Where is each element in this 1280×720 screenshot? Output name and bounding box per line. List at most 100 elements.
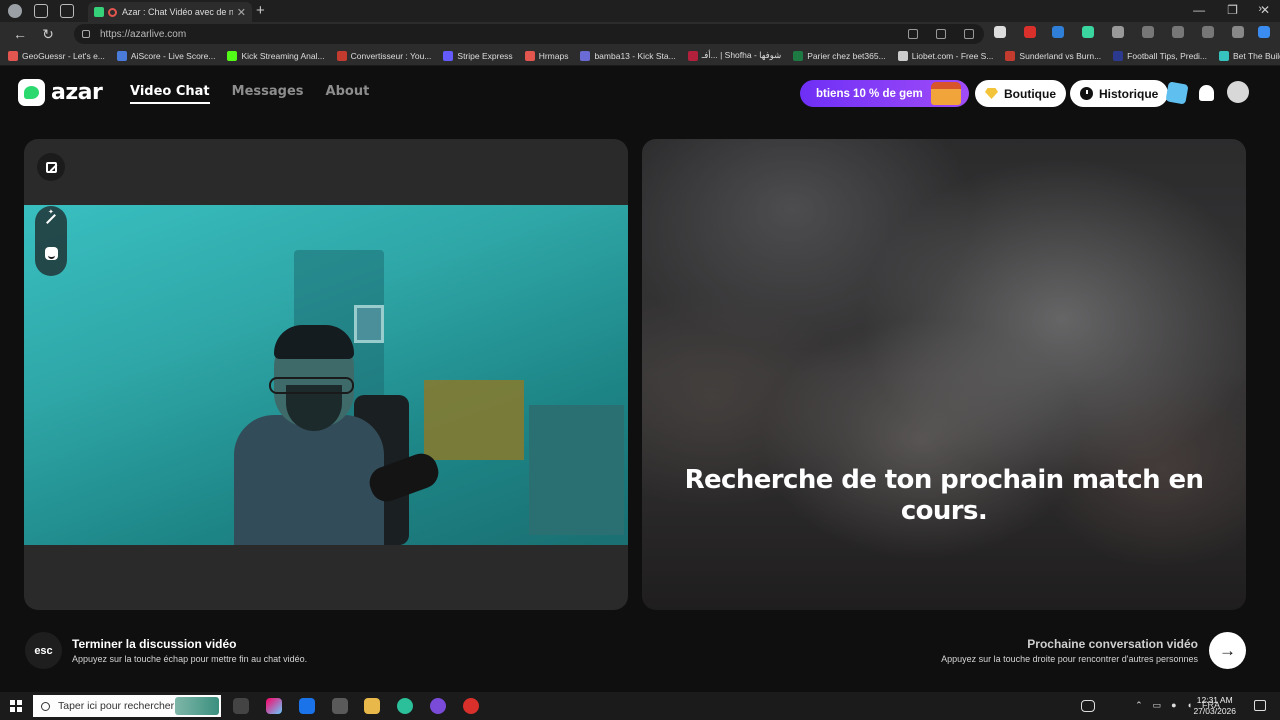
bookmark-favicon-icon (1219, 50, 1230, 61)
bookmark-item[interactable]: أفـ... | Shofha - شوفها (687, 50, 782, 61)
bookmark-label: Sunderland vs Burn... (1019, 50, 1102, 61)
split-screen-icon[interactable] (1142, 26, 1154, 38)
search-icon (41, 701, 50, 711)
bookmark-item[interactable]: Hrmaps (524, 50, 569, 61)
downloads-icon[interactable] (1172, 26, 1184, 38)
azar-logo-icon (18, 79, 45, 106)
bookmark-label: Bet The Builder (1233, 50, 1280, 61)
face-mask-button[interactable] (37, 239, 65, 267)
performance-icon[interactable] (1202, 26, 1214, 38)
extension-icon-3[interactable] (1052, 26, 1064, 38)
notification-center-icon[interactable] (1254, 700, 1266, 711)
tab-azar[interactable]: Azar : Chat Vidéo avec de n ✕ (88, 2, 252, 22)
taskbar-search[interactable]: Taper ici pour rechercher (33, 695, 221, 717)
bookmark-item[interactable]: Football Tips, Predi... (1113, 50, 1207, 61)
bookmark-item[interactable]: bamba13 - Kick Sta... (580, 50, 676, 61)
bookmark-item[interactable]: Liobet.com - Free S... (897, 50, 993, 61)
reload-icon[interactable]: ↻ (40, 26, 56, 43)
copilot-icon[interactable] (1258, 26, 1270, 38)
bookmark-item[interactable]: Kick Streaming Anal... (227, 50, 325, 61)
obs-icon[interactable] (430, 698, 446, 714)
file-explorer-icon[interactable] (364, 698, 380, 714)
workspaces-icon[interactable] (34, 4, 48, 18)
extension-icon-4[interactable] (1082, 26, 1094, 38)
task-view-icon[interactable] (233, 698, 249, 714)
network-icon[interactable]: ▭ (1153, 700, 1162, 711)
bookmark-item[interactable]: Convertisseur : You... (336, 50, 432, 61)
end-chat-title: Terminer la discussion vidéo (72, 637, 237, 651)
taskbar-search-placeholder: Taper ici pour rechercher (58, 700, 175, 712)
notifications-bell-icon[interactable] (1199, 85, 1214, 101)
bookmark-label: Hrmaps (538, 50, 569, 61)
tab-actions-icon[interactable] (60, 4, 74, 18)
address-bar[interactable]: https://azarlive.com (74, 24, 984, 44)
nav-video-chat[interactable]: Video Chat (130, 84, 210, 104)
extension-icon-1[interactable] (994, 26, 1006, 38)
bookmark-label: Stripe Express (457, 50, 513, 61)
bookmark-item[interactable]: AiScore - Live Score... (116, 50, 215, 61)
volume-icon[interactable]: ◖ (1187, 700, 1192, 711)
nav-messages[interactable]: Messages (232, 84, 304, 104)
bookmark-favicon-icon (443, 50, 454, 61)
bookmark-item[interactable]: Bet The Builder (1219, 50, 1280, 61)
bookmark-item[interactable]: Parier chez bet365... (793, 50, 886, 61)
tray-overflow-icon[interactable]: ⌃ (1135, 700, 1143, 711)
copilot-app-icon[interactable] (266, 698, 282, 714)
back-icon[interactable]: ← (12, 26, 28, 42)
main-nav: Video Chat Messages About (130, 84, 369, 104)
gem-promo-banner[interactable]: btiens 10 % de gem (800, 80, 969, 107)
new-tab-icon[interactable]: + (256, 2, 265, 19)
historique-label: Historique (1099, 86, 1159, 101)
camera-permission-icon[interactable] (908, 29, 918, 39)
app-install-icon[interactable] (936, 29, 946, 39)
end-chat-hint: Appuyez sur la touche échap pour mettre … (72, 654, 308, 664)
end-chat-esc-button[interactable]: esc (25, 632, 62, 669)
keyboard-icon[interactable] (1081, 700, 1095, 712)
bookmark-favicon-icon (687, 50, 698, 61)
minimize-icon[interactable]: — (1193, 3, 1205, 17)
more-icon[interactable] (1232, 26, 1244, 38)
promo-text: btiens 10 % de gem (816, 87, 923, 100)
bookmark-item[interactable]: GeoGuessr - Let's e... (8, 50, 105, 61)
logo-text: azar (51, 80, 103, 105)
url-text: https://azarlive.com (100, 28, 187, 40)
next-chat-button[interactable]: → (1209, 632, 1246, 669)
edge-browser-icon[interactable] (397, 698, 413, 714)
clock-date: 27/03/2026 (1193, 706, 1236, 716)
magic-wand-icon (46, 214, 56, 224)
bookmark-favicon-icon (227, 50, 238, 61)
nav-about[interactable]: About (326, 84, 370, 104)
expand-video-button[interactable] (37, 153, 65, 181)
outlook-icon[interactable] (299, 698, 315, 714)
bookmark-item[interactable]: Sunderland vs Burn... (1005, 50, 1102, 61)
user-avatar[interactable] (1227, 81, 1249, 103)
store-icon[interactable] (332, 698, 348, 714)
bookmark-favicon-icon (1005, 50, 1016, 61)
windows-start-icon[interactable] (10, 700, 22, 712)
beauty-filter-button[interactable] (37, 205, 65, 233)
restore-icon[interactable]: ❐ (1227, 3, 1238, 17)
favorite-star-icon[interactable] (964, 29, 974, 39)
bookmark-label: أفـ... | Shofha - شوفها (701, 50, 782, 60)
bookmark-favicon-icon (580, 50, 591, 61)
azar-logo[interactable]: azar (18, 79, 103, 106)
bookmarks-overflow-icon[interactable]: › (1258, 3, 1262, 15)
bookmark-favicon-icon (524, 50, 535, 61)
blurred-background (642, 139, 1246, 610)
bookmark-item[interactable]: Stripe Express (443, 50, 513, 61)
bookmark-favicon-icon (116, 50, 127, 61)
profile-icon[interactable] (8, 4, 22, 18)
extensions-icon[interactable] (1112, 26, 1124, 38)
app-icon[interactable] (463, 698, 479, 714)
boutique-button[interactable]: Boutique (975, 80, 1066, 107)
gem-balance-icon[interactable] (1165, 81, 1189, 105)
recording-icon (108, 7, 117, 17)
microphone-icon[interactable]: ● (1171, 700, 1176, 711)
extension-icon-2[interactable] (1024, 26, 1036, 38)
site-info-icon[interactable] (82, 30, 90, 38)
taskbar-clock[interactable]: 12:31 AM 27/03/2026 (1193, 695, 1236, 717)
bookmark-label: Kick Streaming Anal... (241, 50, 325, 61)
close-tab-icon[interactable]: ✕ (237, 6, 246, 19)
bookmark-label: Convertisseur : You... (350, 50, 432, 61)
historique-button[interactable]: Historique (1070, 80, 1169, 107)
